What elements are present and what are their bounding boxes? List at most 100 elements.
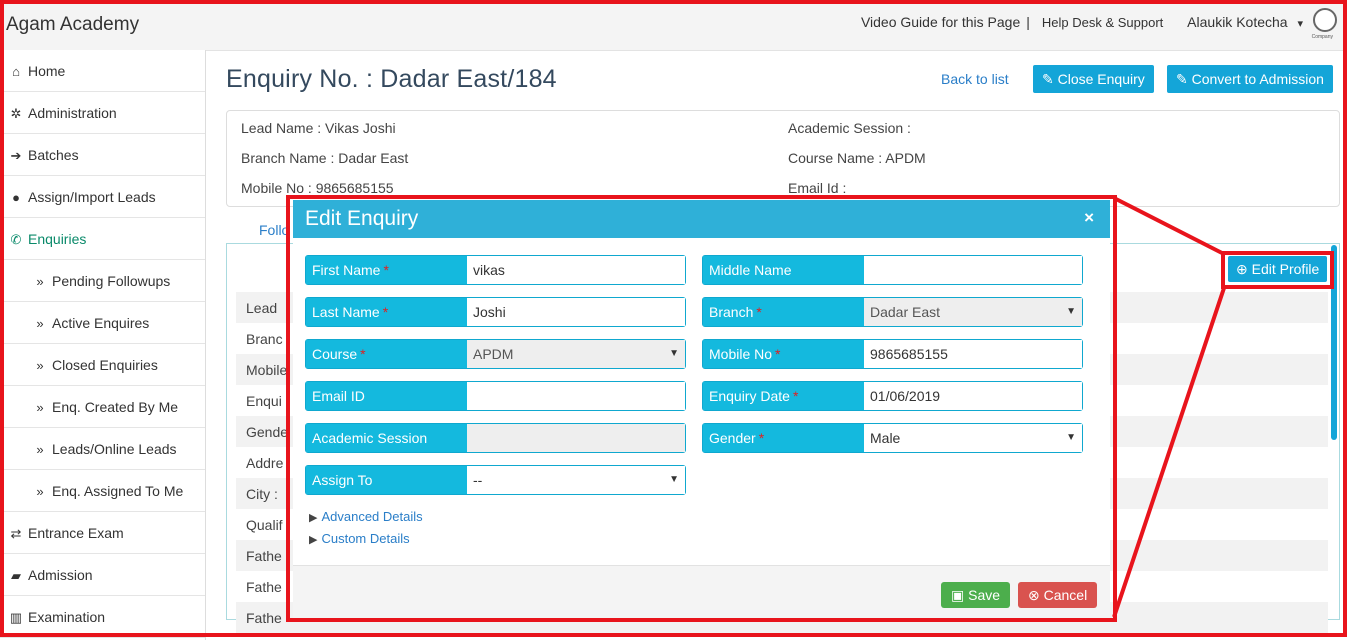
edit-enquiry-modal: Edit Enquiry × First Name * vikas Middle …: [293, 200, 1110, 618]
field-label: Branch *: [703, 298, 864, 326]
book-icon: ▰: [11, 568, 21, 583]
custom-details-toggle[interactable]: ▶ Custom Details: [309, 531, 410, 546]
app-brand[interactable]: Agam Academy: [6, 14, 139, 36]
email-id-field: Email ID: [305, 381, 686, 411]
assign-to-select[interactable]: -- ▼: [467, 466, 685, 494]
save-label: Save: [968, 587, 1001, 603]
company-logo-caption: Company: [1311, 34, 1333, 40]
back-to-list-link[interactable]: Back to list: [941, 71, 1009, 87]
mobile-no: Mobile No : 9865685155: [241, 180, 394, 196]
save-icon: ▣: [951, 587, 969, 603]
advanced-details-toggle[interactable]: ▶ Advanced Details: [309, 509, 423, 524]
modal-footer: ▣ Save ⊗ Cancel: [293, 565, 1110, 618]
first-name-input[interactable]: vikas: [467, 256, 685, 284]
sidebar-item-admission[interactable]: ▰ Admission: [0, 554, 205, 596]
gear-icon: ✲: [10, 106, 22, 121]
tab-followups[interactable]: Follo: [259, 222, 289, 238]
plus-circle-icon: ⊕: [1236, 261, 1252, 277]
sidebar-item-label: Assign/Import Leads: [28, 189, 156, 205]
email-id-input[interactable]: [467, 382, 685, 410]
sidebar-item-label: Enq. Created By Me: [52, 399, 179, 415]
course-value: APDM: [473, 346, 514, 362]
sidebar-item-pending-followups[interactable]: » Pending Followups: [0, 260, 205, 302]
close-enquiry-button[interactable]: ✎ Close Enquiry: [1033, 65, 1154, 93]
cancel-button[interactable]: ⊗ Cancel: [1018, 582, 1098, 608]
detail-label: City :: [246, 486, 278, 502]
sidebar-item-assign-import-leads[interactable]: ● Assign/Import Leads: [0, 176, 205, 218]
detail-label: Fathe: [246, 548, 282, 564]
assign-to-value: --: [473, 472, 483, 488]
branch-value: Dadar East: [870, 304, 941, 320]
sidebar-item-leads-online-leads[interactable]: » Leads/Online Leads: [0, 428, 205, 470]
mobile-no-input[interactable]: 9865685155: [864, 340, 1082, 368]
scrollbar-thumb[interactable]: [1331, 245, 1337, 440]
enquiry-date-field: Enquiry Date * 01/06/2019: [702, 381, 1083, 411]
branch-label: Branch: [709, 304, 754, 320]
sidebar-item-batches[interactable]: ➔ Batches: [0, 134, 205, 176]
home-icon: ⌂: [12, 64, 20, 79]
chevron-down-icon: ▼: [1066, 306, 1076, 317]
advanced-details-label: Advanced Details: [321, 509, 423, 524]
detail-label: Addre: [246, 455, 284, 471]
company-logo-icon: [1313, 8, 1337, 32]
sidebar-item-enquiries[interactable]: ✆ Enquiries: [0, 218, 205, 260]
sidebar-item-label: Admission: [28, 567, 93, 583]
top-links: Video Guide for this Page | Help Desk & Su…: [855, 14, 1303, 30]
chevron-double-right-icon: »: [36, 400, 44, 415]
required-mark: *: [775, 346, 781, 362]
modal-title: Edit Enquiry: [305, 207, 419, 230]
academic-session-label: Academic Session: [306, 424, 467, 452]
chevron-double-right-icon: »: [36, 316, 44, 331]
edit-icon: ✎: [1042, 71, 1058, 87]
required-mark: *: [360, 346, 366, 362]
academic-session-input[interactable]: [467, 424, 685, 452]
chevron-down-icon: ▾: [1297, 18, 1303, 30]
last-name-input[interactable]: Joshi: [467, 298, 685, 326]
course-label: Course: [312, 346, 358, 362]
course-name: Course Name : APDM: [788, 150, 926, 166]
middle-name-label: Middle Name: [703, 256, 864, 284]
first-name-label: First Name: [312, 262, 381, 278]
sidebar-item-closed-enquiries[interactable]: » Closed Enquiries: [0, 344, 205, 386]
bar-chart-icon: ▥: [9, 610, 23, 625]
chevron-double-right-icon: »: [36, 274, 44, 289]
chevron-double-right-icon: »: [36, 484, 44, 499]
sidebar-item-enq-created-by-me[interactable]: » Enq. Created By Me: [0, 386, 205, 428]
convert-to-admission-button[interactable]: ✎ Convert to Admission: [1167, 65, 1333, 93]
detail-label: Mobile: [246, 362, 288, 378]
assign-to-field: Assign To -- ▼: [305, 465, 686, 495]
exchange-icon: ⇄: [10, 526, 22, 541]
field-label: Gender *: [703, 424, 864, 452]
detail-label: Qualif: [246, 517, 283, 533]
chevron-down-icon: ▼: [669, 348, 679, 359]
close-icon[interactable]: ×: [1084, 208, 1094, 228]
email-id: Email Id :: [788, 180, 847, 196]
sidebar-item-examination[interactable]: ▥ Examination: [0, 596, 205, 638]
course-select[interactable]: APDM ▼: [467, 340, 685, 368]
video-guide-link[interactable]: Video Guide for this Page: [861, 14, 1020, 30]
help-desk-link[interactable]: Help Desk & Support: [1042, 15, 1163, 30]
required-mark: *: [758, 430, 765, 446]
required-mark: *: [382, 304, 389, 320]
enquiry-date-label: Enquiry Date: [709, 388, 790, 404]
detail-label: Lead: [246, 300, 278, 316]
required-mark: *: [756, 304, 762, 320]
enquiry-summary: Lead Name : Vikas Joshi Branch Name : Da…: [226, 110, 1340, 207]
edit-profile-button[interactable]: ⊕ Edit Profile: [1228, 256, 1328, 282]
user-menu[interactable]: Alaukik Kotecha ▾: [1181, 14, 1303, 30]
gender-select[interactable]: Male ▼: [864, 424, 1082, 452]
sidebar-item-enq-assigned-to-me[interactable]: » Enq. Assigned To Me: [0, 470, 205, 512]
sidebar-item-home[interactable]: ⌂ Home: [0, 50, 205, 92]
sidebar-item-administration[interactable]: ✲ Administration: [0, 92, 205, 134]
sidebar-item-label: Batches: [28, 147, 79, 163]
middle-name-input[interactable]: [864, 256, 1082, 284]
branch-select[interactable]: Dadar East ▼: [864, 298, 1082, 326]
enquiry-date-input[interactable]: 01/06/2019: [864, 382, 1082, 410]
save-button[interactable]: ▣ Save: [941, 582, 1011, 608]
edit-profile-label: Edit Profile: [1251, 261, 1320, 277]
gender-value: Male: [870, 430, 901, 446]
sidebar-item-entrance-exam[interactable]: ⇄ Entrance Exam: [0, 512, 205, 554]
sidebar-item-active-enquires[interactable]: » Active Enquires: [0, 302, 205, 344]
branch-name: Branch Name : Dadar East: [241, 150, 409, 166]
last-name-field: Last Name * Joshi: [305, 297, 686, 327]
